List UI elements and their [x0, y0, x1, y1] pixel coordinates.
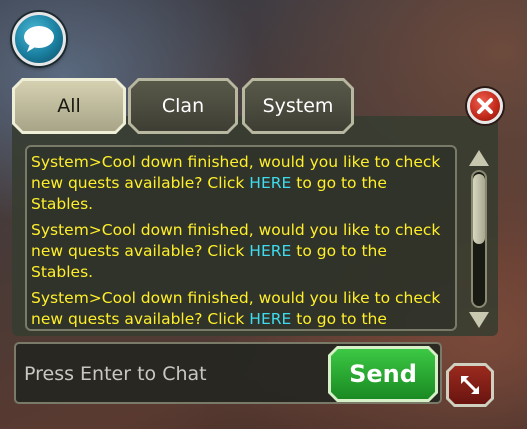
- scrollbar[interactable]: [467, 148, 491, 330]
- scroll-thumb[interactable]: [473, 174, 485, 244]
- message-log: System>Cool down finished, would you lik…: [25, 145, 457, 331]
- close-x-icon: [477, 98, 493, 114]
- close-button[interactable]: [467, 88, 503, 124]
- here-link[interactable]: HERE: [249, 174, 291, 192]
- chat-message: System>Cool down finished, would you lik…: [31, 289, 441, 328]
- send-button-label: Send: [349, 360, 417, 388]
- arrow-up-icon[interactable]: [469, 150, 489, 166]
- tab-clan[interactable]: Clan: [128, 78, 238, 134]
- chat-toggle-button[interactable]: [12, 12, 66, 66]
- speech-bubble-icon: [24, 26, 54, 52]
- tab-system-label: System: [262, 95, 334, 117]
- chat-message: System>Cool down finished, would you lik…: [31, 221, 441, 281]
- send-button[interactable]: Send: [328, 346, 438, 402]
- tab-all-label: All: [57, 95, 81, 117]
- arrow-down-icon[interactable]: [469, 312, 489, 328]
- resize-arrows-icon: [456, 371, 484, 399]
- resize-button[interactable]: [446, 363, 494, 407]
- tab-all[interactable]: All: [12, 78, 126, 134]
- chat-input[interactable]: [22, 356, 326, 392]
- tab-system[interactable]: System: [242, 78, 354, 134]
- here-link[interactable]: HERE: [249, 310, 291, 328]
- here-link[interactable]: HERE: [249, 242, 291, 260]
- tab-clan-label: Clan: [161, 95, 205, 117]
- chat-message: System>Cool down finished, would you lik…: [31, 153, 441, 213]
